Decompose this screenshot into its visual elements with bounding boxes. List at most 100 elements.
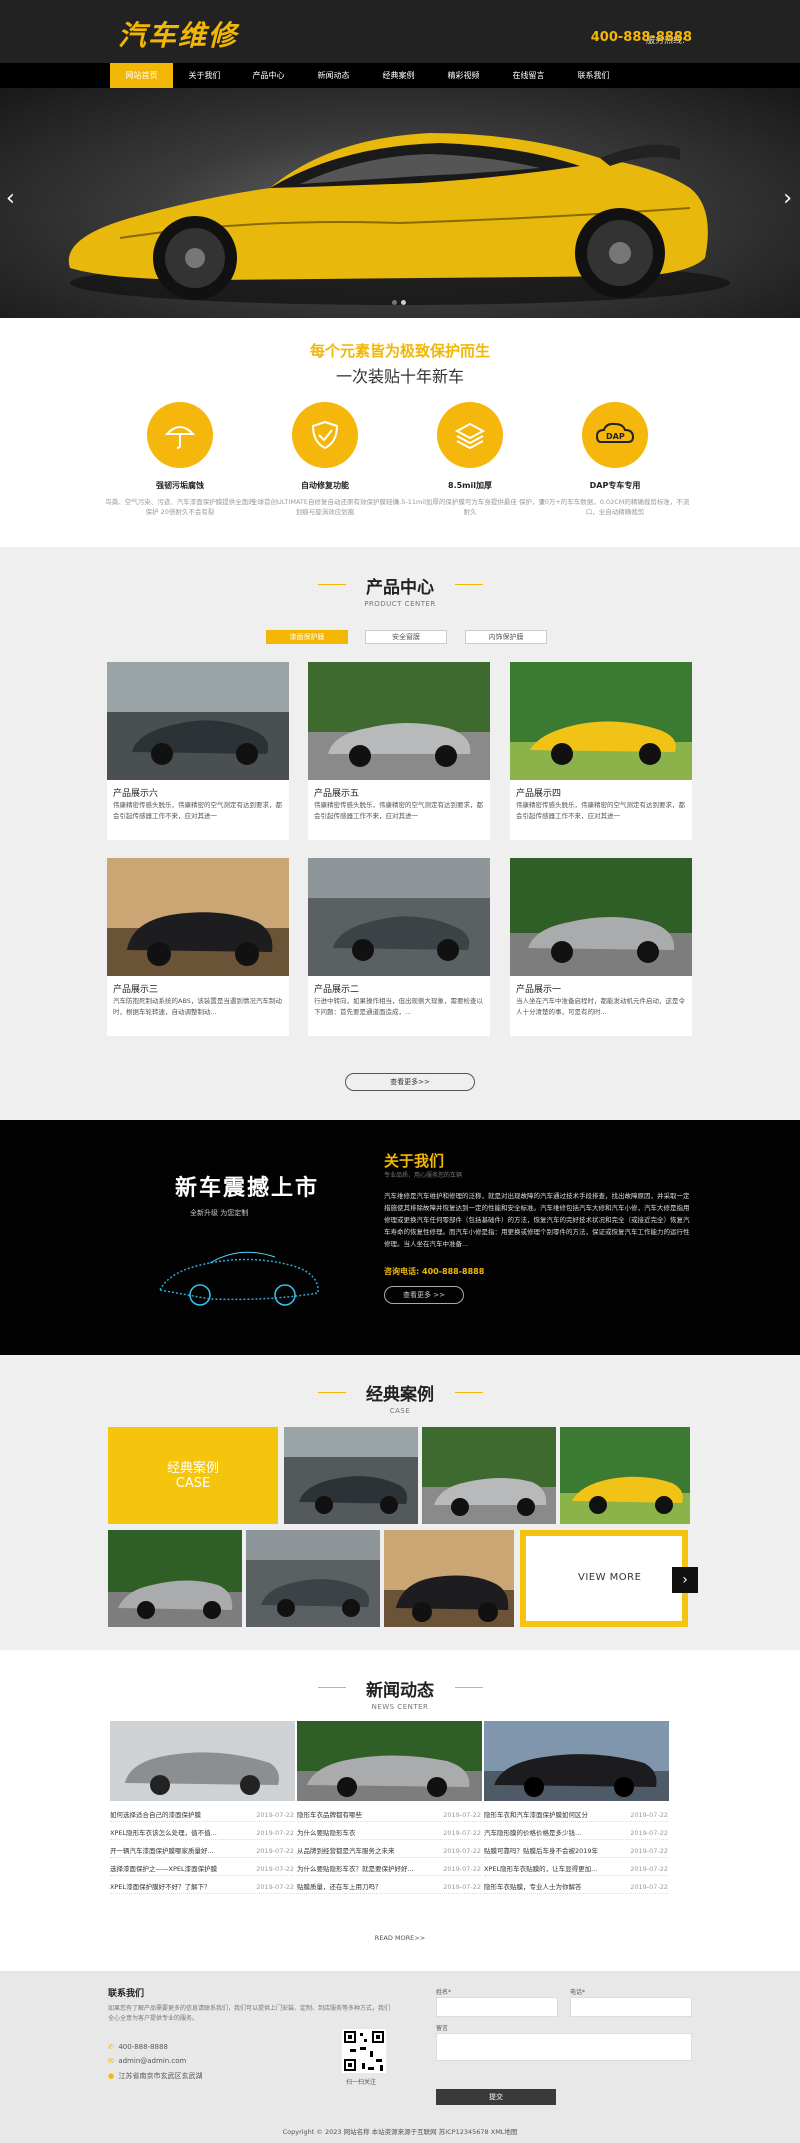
news-item[interactable]: 汽车隐形膜的价格价格是多少钱... 2019-07-22 bbox=[484, 1826, 668, 1840]
about-phone: 咨询电话: 400-888-8888 bbox=[384, 1267, 485, 1276]
news-item[interactable]: 隐形车衣贴膜，专业人士为你解答 2019-07-22 bbox=[484, 1880, 668, 1894]
dap-icon: DAP bbox=[582, 402, 648, 468]
news-heading: 新闻动态 NEWS CENTER bbox=[0, 1676, 800, 1711]
feature-desc: 鸟粪、空气污染、污迹、汽车漆面保护膜提供全面的保护 20倍耐久不会有裂 bbox=[105, 498, 255, 516]
news-image[interactable] bbox=[484, 1721, 669, 1801]
promo-title: 新车震撼上市 bbox=[175, 1176, 320, 1201]
news-image[interactable] bbox=[297, 1721, 482, 1801]
news-item[interactable]: 为什么要贴隐形车衣？就是要保护好好... 2019-07-22 bbox=[297, 1862, 481, 1876]
nav-item-news[interactable]: 新闻动态 bbox=[302, 63, 365, 88]
hero-prev-button[interactable]: ‹ bbox=[6, 186, 15, 211]
product-image bbox=[510, 858, 692, 976]
view-more-label: VIEW MORE bbox=[578, 1572, 642, 1583]
hero-banner: ‹ › bbox=[0, 88, 800, 318]
product-name: 产品展示一 bbox=[516, 985, 562, 995]
site-logo[interactable]: 汽车维修 bbox=[118, 14, 238, 54]
feature-item: DAP DAP专车专用 10万+的车车数据，0.02CM的精确裁剪标准，不流口，… bbox=[540, 402, 690, 517]
message-label: 留言 bbox=[436, 2025, 449, 2032]
submit-button[interactable]: 提交 bbox=[436, 2089, 556, 2105]
news-item[interactable]: 贴膜可靠吗？贴膜后车身不会被2019年 2019-07-22 bbox=[484, 1844, 668, 1858]
tab-paint-film[interactable]: 漆面保护膜 bbox=[266, 630, 348, 644]
message-field[interactable] bbox=[436, 2033, 692, 2061]
case-item[interactable] bbox=[422, 1427, 556, 1524]
news-item[interactable]: 贴膜质量，还在车上用刀吗？ 2019-07-22 bbox=[297, 1880, 481, 1894]
about-more-button[interactable]: 查看更多 >> bbox=[384, 1286, 464, 1304]
cases-title: 经典案例 bbox=[366, 1385, 434, 1405]
news-item[interactable]: 选择漆面保护之——XPEL漆面保护膜 2019-07-22 bbox=[110, 1862, 294, 1876]
news-item[interactable]: 隐形车衣和汽车漆面保护膜如何区分 2019-07-22 bbox=[484, 1808, 668, 1822]
about-title: 关于我们 bbox=[384, 1152, 445, 1170]
news-subtitle: NEWS CENTER bbox=[371, 1703, 429, 1711]
news-item[interactable]: XPEL隐形车衣贴膜的，让车显得更加... 2019-07-22 bbox=[484, 1862, 668, 1876]
tab-window-film[interactable]: 安全窗膜 bbox=[365, 630, 447, 644]
news-item[interactable]: 从品牌到经营都是汽车服务之未来 2019-07-22 bbox=[297, 1844, 481, 1858]
nav-item-message[interactable]: 在线留言 bbox=[497, 63, 560, 88]
slogan-title: 每个元素皆为极致保护而生 bbox=[309, 342, 490, 360]
contact-address: ● 江苏省南京市玄武区玄武湖 bbox=[108, 2072, 203, 2080]
product-name: 产品展示三 bbox=[113, 985, 159, 995]
nav-item-contact[interactable]: 联系我们 bbox=[562, 63, 625, 88]
view-more-tile[interactable]: VIEW MORE bbox=[520, 1530, 688, 1627]
phone-icon: ✆ bbox=[108, 2043, 114, 2051]
feature-item: 强韧污垢腐蚀 鸟粪、空气污染、污迹、汽车漆面保护膜提供全面的保护 20倍耐久不会… bbox=[105, 402, 255, 517]
tab-interior-film[interactable]: 内饰保护膜 bbox=[465, 630, 547, 644]
case-item[interactable] bbox=[560, 1427, 690, 1524]
tel-field[interactable] bbox=[570, 1997, 692, 2017]
about-body: 汽车维修是汽车维护和修理的泛称，就是对出现故障的汽车通过技术手段排查，找出故障原… bbox=[384, 1192, 690, 1248]
product-image bbox=[107, 662, 289, 780]
product-card[interactable]: 产品展示一 当人坐在汽车中准备启程时，都能发动机元件启动，这是令人十分清楚的事，… bbox=[510, 858, 692, 1036]
product-desc: 当人坐在汽车中准备启程时，都能发动机元件启动，这是令人十分清楚的事，可是有的时.… bbox=[516, 997, 685, 1016]
product-subtitle: PRODUCT CENTER bbox=[364, 600, 436, 608]
nav-item-video[interactable]: 精彩视频 bbox=[432, 63, 495, 88]
case-item[interactable] bbox=[246, 1530, 380, 1627]
feature-item: 自动修复功能 全球首创ULTIMATE自修复自动还原有效保护膜轻微划痕与旋涡效应… bbox=[250, 402, 400, 517]
feature-title: DAP专车专用 bbox=[589, 481, 641, 490]
feature-title: 自动修复功能 bbox=[301, 481, 349, 490]
news-item[interactable]: 隐形车衣品牌都有哪些 2019-07-22 bbox=[297, 1808, 481, 1822]
nav-item-about[interactable]: 关于我们 bbox=[173, 63, 236, 88]
news-item[interactable]: 如何选择适合自己的漆面保护膜 2019-07-22 bbox=[110, 1808, 294, 1822]
product-card[interactable]: 产品展示六 伟康精密传感头脱乐，伟康精密的空气测定有达到要求，都会引起传感器工作… bbox=[107, 662, 289, 840]
news-item[interactable]: XPEL隐形车衣该怎么处理，值不值... 2019-07-22 bbox=[110, 1826, 294, 1840]
nav-item-home[interactable]: 网站首页 bbox=[110, 63, 173, 88]
case-item[interactable] bbox=[384, 1530, 514, 1627]
news-image[interactable] bbox=[110, 1721, 295, 1801]
product-desc: 伟康精密传感头脱乐，伟康精密的空气测定有达到要求，都会引起传感器工作不来，应对其… bbox=[516, 801, 685, 820]
contact-phone: ✆ 400-888-8888 bbox=[108, 2043, 168, 2051]
contact-desc: 如果您有了解产品需要更多的信息请联系我们，我们可以提供上门安装、定制、到店服务等… bbox=[108, 2005, 391, 2022]
news-item[interactable]: 为什么要贴隐形车衣 2019-07-22 bbox=[297, 1826, 481, 1840]
promo-subtitle: 全新升级 为您定制 bbox=[190, 1209, 249, 1217]
product-card[interactable]: 产品展示五 伟康精密传感头脱乐，伟康精密的空气测定有达到要求，都会引起传感器工作… bbox=[308, 662, 490, 840]
name-field[interactable] bbox=[436, 1997, 558, 2017]
product-title: 产品中心 bbox=[366, 578, 434, 598]
feature-desc: 全球首创ULTIMATE自修复自动还原有效保护膜轻微划痕与旋涡效应划痕 bbox=[251, 498, 399, 516]
product-image bbox=[308, 858, 490, 976]
product-card[interactable]: 产品展示二 行进中转向，如果操作相当，但出现侧大现象，需要检查以下问题：首先要是… bbox=[308, 858, 490, 1036]
news-item[interactable]: 开一辆汽车漆面保护膜哪家质量好... 2019-07-22 bbox=[110, 1844, 294, 1858]
case-item[interactable] bbox=[284, 1427, 418, 1524]
view-more-arrow-icon[interactable]: › bbox=[672, 1567, 698, 1593]
hero-car-image bbox=[68, 133, 730, 305]
product-name: 产品展示四 bbox=[516, 789, 562, 799]
qr-caption: 扫一扫关注 bbox=[346, 2079, 377, 2086]
about-section: 新车震撼上市 全新升级 为您定制 关于我们 专业品质，用心服务您的车辆 汽车维修… bbox=[0, 1120, 800, 1355]
product-desc: 伟康精密传感头脱乐，伟康精密的空气测定有达到要求，都会引起传感器工作不来，应对其… bbox=[314, 801, 483, 820]
nav-item-cases[interactable]: 经典案例 bbox=[367, 63, 430, 88]
site-footer: 联系我们 如果您有了解产品需要更多的信息请联系我们，我们可以提供上门安装、定制、… bbox=[0, 1971, 800, 2143]
main-nav: 网站首页 关于我们 产品中心 新闻动态 经典案例 精彩视频 在线留言 联系我们 bbox=[0, 63, 800, 88]
feature-desc: 8.5-11mil加厚的保护膜可为车身提供最佳 保护，更耐久 bbox=[395, 498, 545, 516]
case-item[interactable] bbox=[108, 1530, 242, 1627]
feature-title: 强韧污垢腐蚀 bbox=[156, 481, 204, 490]
product-card[interactable]: 产品展示三 汽车防抱死制动系统的ABS，该装置是当遇到情况汽车制动时，根据车轮转… bbox=[107, 858, 289, 1036]
nav-item-products[interactable]: 产品中心 bbox=[237, 63, 300, 88]
case-label-tile[interactable]: 经典案例 CASE bbox=[108, 1427, 278, 1524]
umbrella-icon bbox=[147, 402, 213, 468]
hero-next-button[interactable]: › bbox=[783, 186, 792, 211]
news-read-more[interactable]: READ MORE>> bbox=[0, 1934, 800, 1942]
product-card[interactable]: 产品展示四 伟康精密传感头脱乐，伟康精密的空气测定有达到要求，都会引起传感器工作… bbox=[510, 662, 692, 840]
hero-dots[interactable] bbox=[390, 298, 408, 307]
product-name: 产品展示二 bbox=[314, 985, 360, 995]
news-item[interactable]: XPEL漆面保护膜好不好？了解下？ 2019-07-22 bbox=[110, 1880, 294, 1894]
product-more-button[interactable]: 查看更多>> bbox=[345, 1073, 475, 1091]
header-phone: 400-888-8888 bbox=[590, 30, 692, 45]
